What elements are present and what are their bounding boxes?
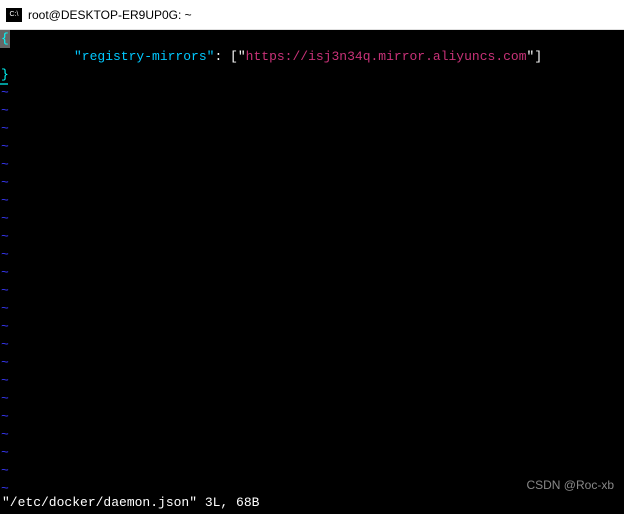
vim-status-bar: "/etc/docker/daemon.json" 3L, 68B	[2, 494, 259, 512]
code-line-2: "registry-mirrors": ["https://isj3n34q.m…	[10, 48, 624, 66]
tilde-marker: ~	[0, 156, 10, 174]
json-bracket-open: [	[230, 49, 238, 64]
json-brace-open: {	[0, 30, 10, 48]
tilde-marker: ~	[0, 408, 10, 426]
tilde-marker: ~	[0, 336, 10, 354]
editor-gutter: { } ~ ~ ~ ~ ~ ~ ~ ~ ~ ~ ~ ~ ~ ~ ~ ~ ~ ~ …	[0, 30, 10, 514]
tilde-marker: ~	[0, 84, 10, 102]
tilde-marker: ~	[0, 372, 10, 390]
tilde-marker: ~	[0, 210, 10, 228]
tilde-marker: ~	[0, 102, 10, 120]
tilde-marker: ~	[0, 300, 10, 318]
tilde-marker: ~	[0, 282, 10, 300]
watermark-text: CSDN @Roc-xb	[526, 476, 614, 494]
terminal-icon	[6, 8, 22, 22]
json-brace-close: }	[0, 66, 10, 84]
tilde-marker: ~	[0, 390, 10, 408]
tilde-marker: ~	[0, 318, 10, 336]
tilde-marker: ~	[0, 174, 10, 192]
window-titlebar[interactable]: root@DESKTOP-ER9UP0G: ~	[0, 0, 624, 30]
tilde-marker: ~	[0, 444, 10, 462]
tilde-marker: ~	[0, 246, 10, 264]
json-key: "registry-mirrors"	[74, 49, 214, 64]
json-url: https://isj3n34q.mirror.aliyuncs.com	[246, 49, 527, 64]
gutter-line	[0, 48, 10, 66]
tilde-marker: ~	[0, 120, 10, 138]
json-colon: :	[214, 49, 230, 64]
terminal-area[interactable]: { } ~ ~ ~ ~ ~ ~ ~ ~ ~ ~ ~ ~ ~ ~ ~ ~ ~ ~ …	[0, 30, 624, 514]
editor-content: "registry-mirrors": ["https://isj3n34q.m…	[10, 30, 624, 66]
tilde-marker: ~	[0, 138, 10, 156]
tilde-marker: ~	[0, 192, 10, 210]
tilde-marker: ~	[0, 354, 10, 372]
tilde-marker: ~	[0, 228, 10, 246]
json-bracket-close: ]	[534, 49, 542, 64]
tilde-marker: ~	[0, 264, 10, 282]
tilde-marker: ~	[0, 462, 10, 480]
json-quote: "	[238, 49, 246, 64]
tilde-marker: ~	[0, 426, 10, 444]
window-title: root@DESKTOP-ER9UP0G: ~	[28, 8, 192, 22]
code-line-1	[10, 30, 624, 48]
